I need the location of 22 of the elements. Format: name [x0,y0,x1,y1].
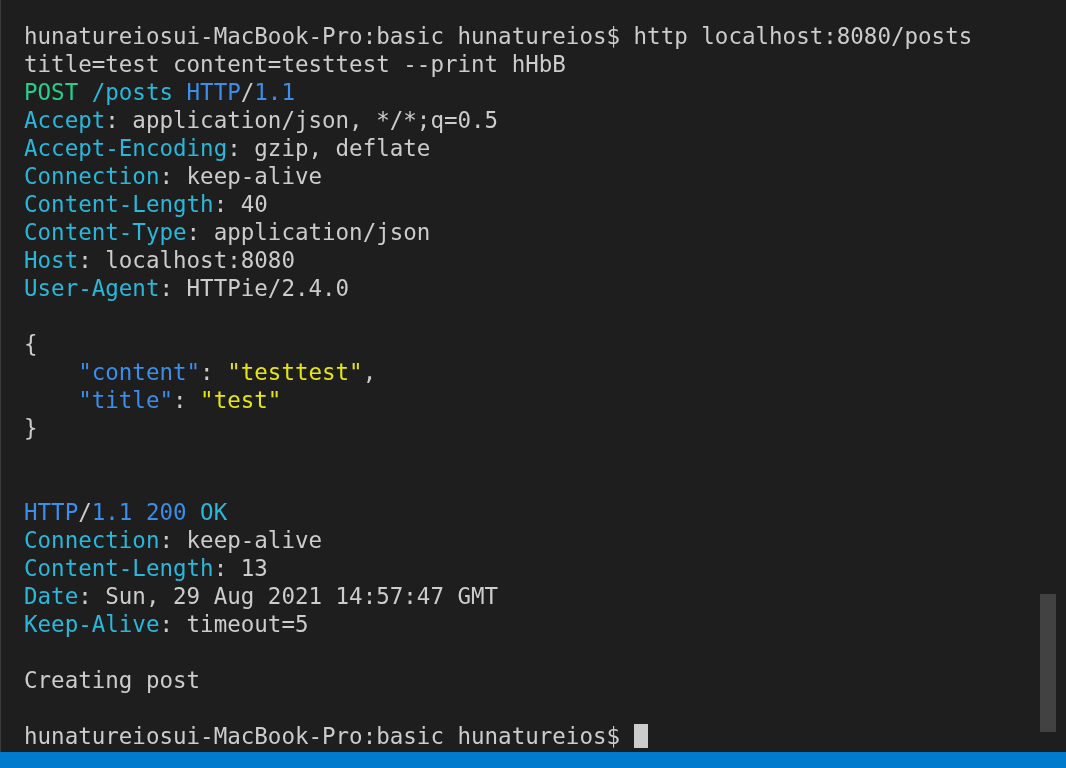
terminal-line: Content-Length: 13 [24,554,268,582]
terminal-line: Keep-Alive: timeout=5 [24,610,309,638]
terminal-line: Content-Length: 40 [24,190,268,218]
terminal-line: hunatureiosui-MacBook-Pro:basic hunatureios$ http localhost:8080/posts [24,22,973,50]
terminal-line: { [24,330,38,358]
terminal-line: POST /posts HTTP/1.1 [24,78,295,106]
terminal-line: "content": "testtest", [77,358,377,386]
terminal-line: Creating post [24,666,201,694]
terminal-line: Accept-Encoding: gzip, deflate [24,134,431,162]
terminal-line: User-Agent: HTTPie/2.4.0 [24,274,350,302]
terminal-line: Date: Sun, 29 Aug 2021 14:57:47 GMT [24,582,499,610]
terminal-line: Host: localhost:8080 [24,246,295,274]
terminal-line: HTTP/1.1 200 OK [24,498,228,526]
terminal-line: Content-Type: application/json [24,218,431,246]
terminal-line: "title": "test" [77,386,282,414]
terminal-line: Accept: application/json, */*;q=0.5 [24,106,499,134]
terminal-line: title=test content=testtest --print hHbB [24,50,566,78]
terminal-line: hunatureiosui-MacBook-Pro:basic hunatureios$ [24,722,622,750]
terminal-line: Connection: keep-alive [24,162,323,190]
scrollbar-thumb[interactable] [1040,594,1056,732]
terminal-line: Connection: keep-alive [24,526,323,554]
terminal-line: } [24,414,38,442]
